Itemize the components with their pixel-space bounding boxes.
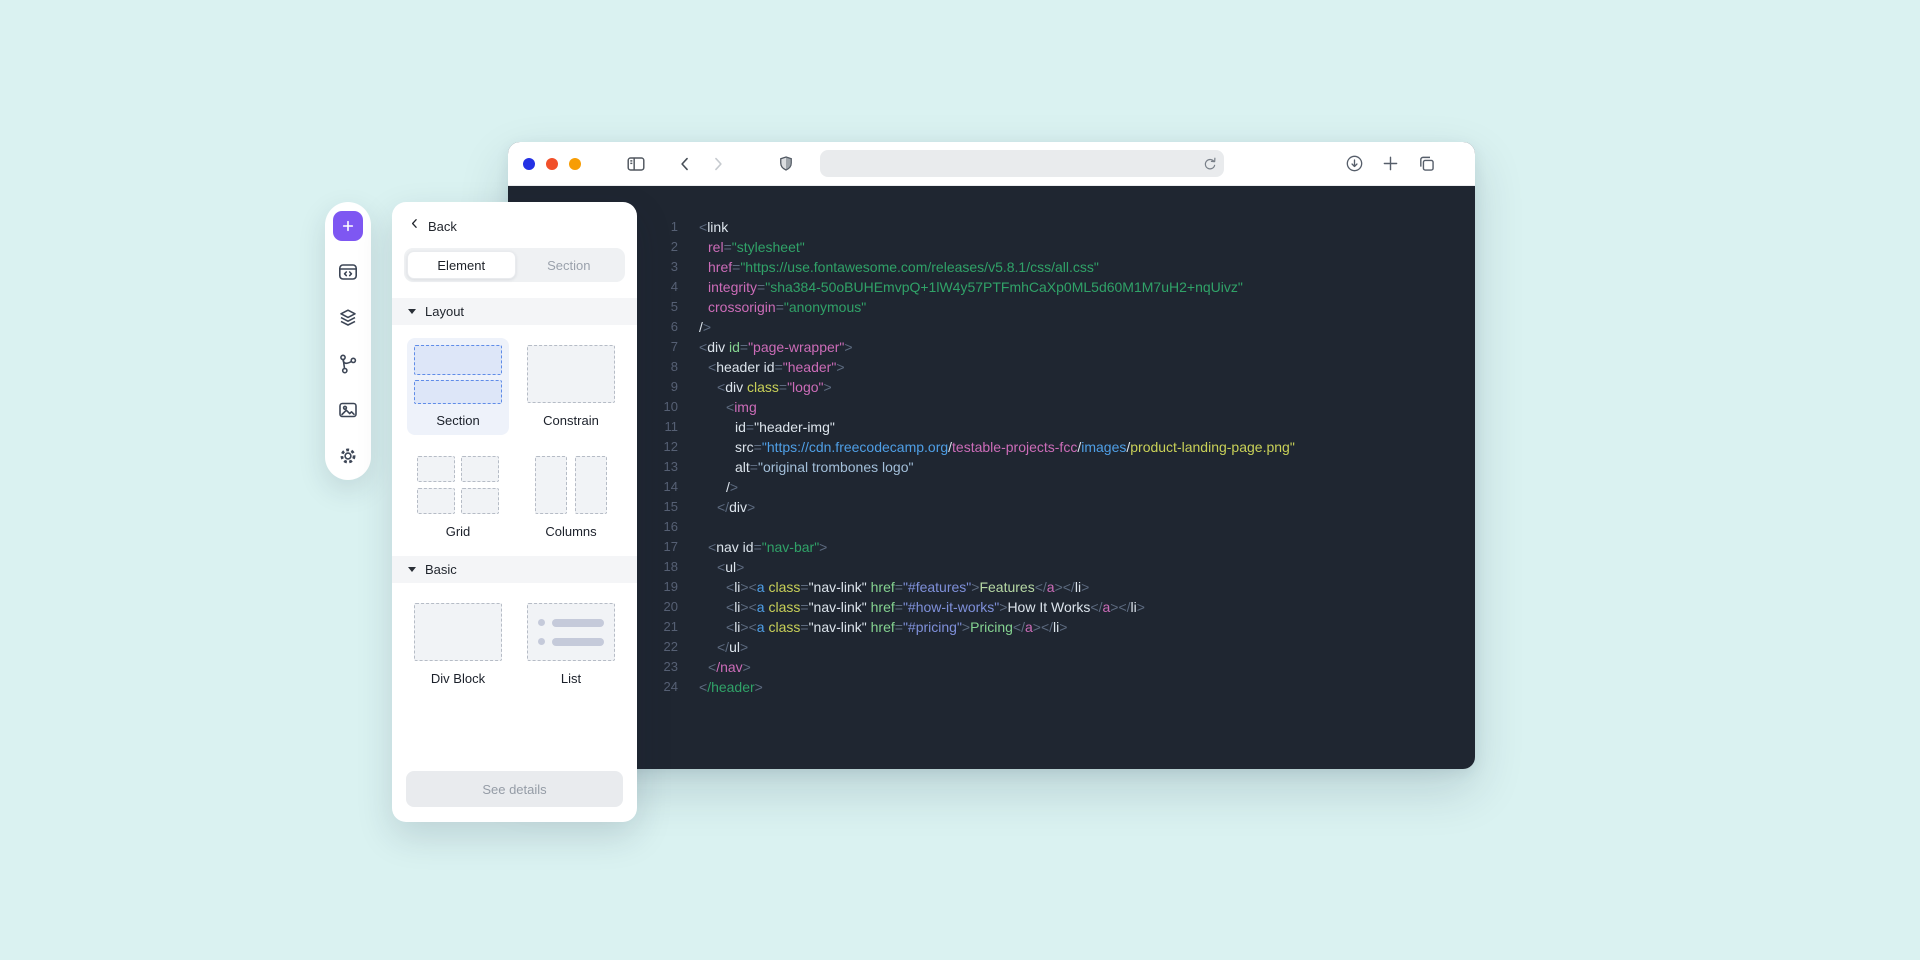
card-grid[interactable]: Grid: [407, 449, 509, 546]
see-details-button[interactable]: See details: [406, 771, 623, 807]
layers-icon[interactable]: [333, 303, 363, 333]
traffic-lights: [523, 158, 581, 170]
back-button[interactable]: Back: [392, 202, 637, 246]
add-button[interactable]: [333, 211, 363, 241]
code-browser-icon[interactable]: [333, 257, 363, 287]
code-line: 4integrity="sha384-50oBUHEmvpQ+1lW4y57PT…: [648, 277, 1475, 297]
section-glyph: [412, 343, 504, 405]
code-line: 6/>: [648, 317, 1475, 337]
forward-icon[interactable]: [708, 154, 728, 174]
settings-icon[interactable]: [333, 441, 363, 471]
code-line: 9<div class="logo">: [648, 377, 1475, 397]
section-header-layout[interactable]: Layout: [392, 298, 637, 325]
code-lines: 1<link2rel="stylesheet"3href="https://us…: [648, 217, 1475, 697]
code-line: 23</nav>: [648, 657, 1475, 677]
code-line: 10<img: [648, 397, 1475, 417]
address-input[interactable]: [820, 150, 1224, 177]
side-toolbar: [325, 202, 371, 480]
div-block-glyph: [412, 601, 504, 663]
minimize-button[interactable]: [546, 158, 558, 170]
card-list[interactable]: List: [520, 596, 622, 693]
code-line: 11id="header-img": [648, 417, 1475, 437]
back-label: Back: [428, 219, 457, 234]
chevron-down-icon: [408, 309, 416, 314]
shield-icon[interactable]: [776, 154, 796, 174]
chevron-down-icon: [408, 567, 416, 572]
code-line: 17<nav id="nav-bar">: [648, 537, 1475, 557]
code-line: 24</header>: [648, 677, 1475, 697]
panel-tabs: Element Section: [404, 248, 625, 282]
code-line: 22</ul>: [648, 637, 1475, 657]
constrain-glyph: [525, 343, 617, 405]
columns-glyph: [525, 454, 617, 516]
browser-window: 1<link2rel="stylesheet"3href="https://us…: [508, 142, 1475, 769]
code-line: 2rel="stylesheet": [648, 237, 1475, 257]
code-line: 18<ul>: [648, 557, 1475, 577]
browser-chrome: [508, 142, 1475, 186]
code-line: 7<div id="page-wrapper">: [648, 337, 1475, 357]
download-icon[interactable]: [1344, 153, 1365, 174]
code-line: 8<header id="header">: [648, 357, 1475, 377]
address-bar[interactable]: [820, 150, 1224, 177]
close-button[interactable]: [523, 158, 535, 170]
new-tab-icon[interactable]: [1380, 153, 1401, 174]
chrome-right-icons: [1344, 153, 1437, 174]
code-line: 12src="https://cdn.freecodecamp.org/test…: [648, 437, 1475, 457]
chevron-left-icon: [408, 217, 421, 235]
code-editor: 1<link2rel="stylesheet"3href="https://us…: [508, 186, 1475, 769]
tabs-overview-icon[interactable]: [1416, 153, 1437, 174]
element-panel: Back Element Section Layout Section Cons…: [392, 202, 637, 822]
section-header-basic[interactable]: Basic: [392, 556, 637, 583]
code-line: 3href="https://use.fontawesome.com/relea…: [648, 257, 1475, 277]
code-line: 20<li><a class="nav-link" href="#how-it-…: [648, 597, 1475, 617]
card-label: Div Block: [412, 671, 504, 686]
tab-element[interactable]: Element: [407, 251, 516, 279]
code-line: 5crossorigin="anonymous": [648, 297, 1475, 317]
card-label: List: [525, 671, 617, 686]
zoom-button[interactable]: [569, 158, 581, 170]
code-line: 15</div>: [648, 497, 1475, 517]
sidebar-toggle-icon[interactable]: [625, 153, 647, 175]
card-constrain[interactable]: Constrain: [520, 338, 622, 435]
card-label: Columns: [525, 524, 617, 539]
section-title: Layout: [425, 304, 464, 319]
card-label: Grid: [412, 524, 504, 539]
card-div-block[interactable]: Div Block: [407, 596, 509, 693]
code-line: 16: [648, 517, 1475, 537]
back-icon[interactable]: [675, 154, 695, 174]
card-columns[interactable]: Columns: [520, 449, 622, 546]
code-line: 1<link: [648, 217, 1475, 237]
tab-section[interactable]: Section: [516, 251, 623, 279]
code-line: 19<li><a class="nav-link" href="#feature…: [648, 577, 1475, 597]
image-icon[interactable]: [333, 395, 363, 425]
layout-cards: Section Constrain Grid Columns: [392, 325, 637, 552]
branch-icon[interactable]: [333, 349, 363, 379]
basic-cards: Div Block List: [392, 583, 637, 699]
list-glyph: [525, 601, 617, 663]
section-title: Basic: [425, 562, 457, 577]
card-label: Constrain: [525, 413, 617, 428]
grid-glyph: [412, 454, 504, 516]
card-section[interactable]: Section: [407, 338, 509, 435]
card-label: Section: [412, 413, 504, 428]
code-line: 13alt="original trombones logo": [648, 457, 1475, 477]
code-line: 14/>: [648, 477, 1475, 497]
code-line: 21<li><a class="nav-link" href="#pricing…: [648, 617, 1475, 637]
